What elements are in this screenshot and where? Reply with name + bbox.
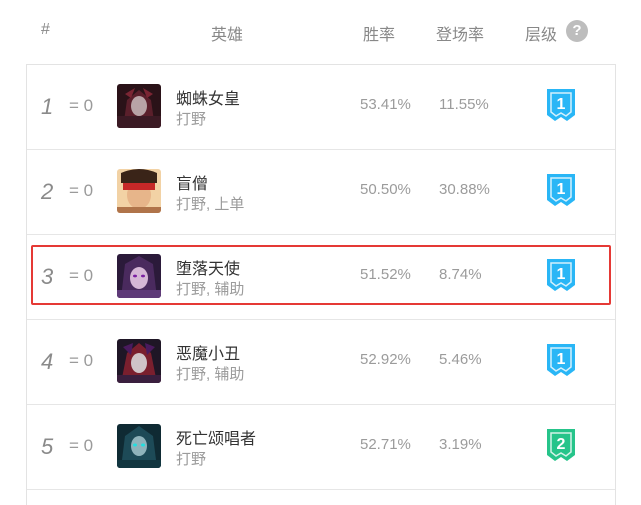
champion-roles: 打野, 上单 — [176, 196, 245, 213]
help-icon[interactable]: ? — [566, 20, 588, 42]
header-rank: # — [41, 21, 50, 38]
rank-trend: = 0 — [69, 96, 94, 115]
win-rate: 53.41% — [360, 96, 411, 113]
header-pick-rate[interactable]: 登场率 — [436, 21, 484, 45]
karthus-avatar-icon[interactable] — [117, 424, 161, 468]
rank-number: 1 — [41, 94, 54, 119]
table-row[interactable]: 4 = 0 恶魔小丑 打野, 辅助 52.92% 5.46% 1 — [27, 320, 615, 405]
header-win-rate[interactable]: 胜率 — [363, 21, 395, 45]
win-rate: 52.71% — [360, 436, 411, 453]
table-row[interactable]: 1 = 0 蜘蛛女皇 打野 53.41% 11.55% 1 — [27, 65, 615, 150]
tier-badge-icon: 1 — [545, 172, 577, 208]
win-rate: 52.92% — [360, 351, 411, 368]
elise-avatar-icon[interactable] — [117, 84, 161, 128]
pick-rate: 30.88% — [439, 181, 490, 198]
pick-rate: 11.55% — [439, 96, 489, 113]
header-champion: 英雄 — [211, 27, 244, 44]
svg-text:1: 1 — [557, 96, 566, 113]
champion-table: 1 = 0 蜘蛛女皇 打野 53.41% 11.55% 1 2 = 0 盲僧 打… — [26, 64, 616, 505]
pick-rate: 5.46% — [439, 351, 482, 368]
champion-roles: 打野 — [176, 111, 207, 128]
champion-name[interactable]: 堕落天使 — [176, 255, 240, 279]
rank-number: 2 — [41, 179, 54, 204]
win-rate: 50.50% — [360, 181, 411, 198]
table-header: # 英雄 胜率 登场率 层级 ? — [0, 0, 641, 64]
morgana-avatar-icon[interactable] — [117, 254, 161, 298]
svg-text:2: 2 — [557, 436, 566, 453]
header-tier[interactable]: 层级 — [525, 21, 557, 45]
tier-badge-icon: 1 — [545, 87, 577, 123]
svg-text:1: 1 — [557, 351, 566, 368]
tier-badge-icon: 2 — [545, 427, 577, 463]
pick-rate: 3.19% — [439, 436, 482, 453]
tier-badge-icon: 1 — [545, 257, 577, 293]
rank-trend: = 0 — [69, 436, 94, 455]
pick-rate: 8.74% — [439, 266, 482, 283]
win-rate: 51.52% — [360, 266, 411, 283]
rank-trend: = 0 — [69, 181, 94, 200]
rank-trend: = 0 — [69, 266, 94, 285]
shaco-avatar-icon[interactable] — [117, 339, 161, 383]
champion-roles: 打野, 辅助 — [176, 281, 245, 298]
rank-number: 5 — [41, 434, 54, 459]
champion-name[interactable]: 蜘蛛女皇 — [176, 85, 240, 109]
rank-number: 3 — [41, 264, 54, 289]
table-row[interactable]: 3 = 0 堕落天使 打野, 辅助 51.52% 8.74% 1 — [27, 235, 615, 320]
champion-name[interactable]: 死亡颂唱者 — [176, 425, 256, 449]
table-row[interactable]: 5 = 0 死亡颂唱者 打野 52.71% 3.19% 2 — [27, 405, 615, 490]
svg-text:1: 1 — [557, 266, 566, 283]
champion-name[interactable]: 盲僧 — [176, 170, 208, 194]
leesin-avatar-icon[interactable] — [117, 169, 161, 213]
champion-roles: 打野, 辅助 — [176, 366, 245, 383]
champion-roles: 打野 — [176, 451, 207, 468]
table-row[interactable]: 2 = 0 盲僧 打野, 上单 50.50% 30.88% 1 — [27, 150, 615, 235]
champion-name[interactable]: 恶魔小丑 — [176, 340, 240, 364]
rank-number: 4 — [41, 349, 54, 374]
tier-badge-icon: 1 — [545, 342, 577, 378]
svg-text:1: 1 — [557, 181, 566, 198]
rank-trend: = 0 — [69, 351, 94, 370]
